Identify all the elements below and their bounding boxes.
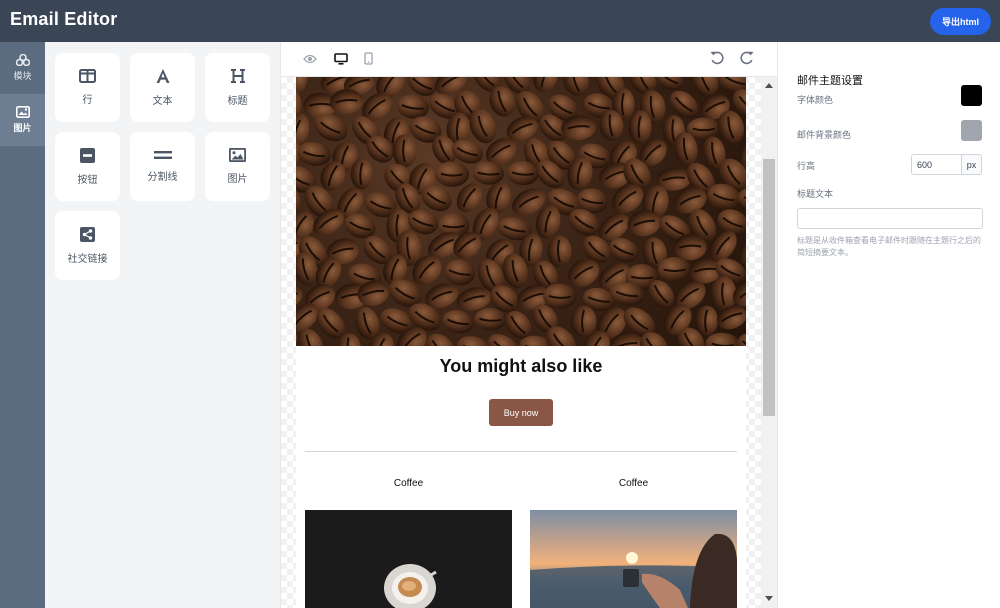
block-row[interactable]: 行	[55, 53, 120, 122]
column-label-right[interactable]: Coffee	[530, 478, 737, 489]
espresso-cup-image[interactable]	[305, 510, 512, 608]
scroll-down-arrow-icon[interactable]	[765, 596, 773, 601]
redo-icon[interactable]	[740, 50, 755, 65]
coffee-beans-image	[296, 77, 746, 346]
preheader-label: 标题文本	[797, 189, 834, 199]
rail-label-blocks: 模块	[13, 71, 32, 81]
scrollbar-thumb[interactable]	[763, 159, 775, 416]
line-height-unit: px	[962, 154, 982, 175]
bg-color-swatch[interactable]	[961, 120, 982, 141]
block-label: 文本	[152, 96, 173, 107]
block-label: 社交链接	[67, 253, 108, 265]
line-height-input[interactable]: 600	[911, 154, 962, 175]
block-label: 行	[82, 95, 93, 106]
block-text[interactable]: 文本	[130, 53, 195, 122]
block-heading[interactable]: 标题	[205, 53, 270, 122]
block-button[interactable]: 按钮	[55, 132, 120, 201]
images-icon	[15, 106, 30, 118]
line-height-label: 行高	[797, 161, 816, 171]
rail-label-images: 图片	[13, 123, 32, 133]
top-header: Email Editor 导出html	[0, 0, 1000, 42]
block-divider[interactable]: 分割线	[130, 132, 195, 201]
text-icon	[156, 69, 169, 83]
blocks-panel: 行 文本 标题 按钮 分割线 图片 社交链接	[45, 42, 281, 608]
heading-icon	[230, 69, 245, 83]
canvas-area: You might also like Buy now Coffee Coffe…	[281, 42, 777, 608]
block-label: 标题	[227, 96, 248, 107]
divider-icon	[153, 151, 172, 159]
email-preview[interactable]: You might also like Buy now Coffee Coffe…	[296, 77, 746, 608]
block-label: 分割线	[147, 172, 178, 183]
block-label: 图片	[227, 174, 248, 185]
scroll-up-arrow-icon[interactable]	[765, 83, 773, 88]
columns-icon	[79, 69, 96, 83]
hero-coffee-image[interactable]	[296, 77, 746, 346]
block-label: 按钮	[77, 174, 98, 186]
eye-icon[interactable]	[303, 54, 317, 64]
content-divider[interactable]	[305, 451, 737, 452]
settings-panel: 邮件主题设置 字体颜色 邮件背景颜色 行高 600 px 标题文本 标题是从收件…	[777, 42, 1000, 608]
image-icon	[229, 148, 246, 162]
mobile-icon[interactable]	[364, 52, 373, 65]
undo-icon[interactable]	[709, 50, 724, 65]
font-color-label: 字体颜色	[797, 95, 834, 105]
section-headline[interactable]: You might also like	[296, 356, 746, 377]
settings-title: 邮件主题设置	[797, 75, 863, 87]
rail-item-blocks[interactable]: 模块	[0, 42, 45, 94]
canvas-toolbar	[281, 42, 777, 77]
buy-now-button[interactable]: Buy now	[489, 399, 553, 426]
canvas-scrollbar[interactable]	[761, 77, 777, 608]
button-icon	[80, 147, 95, 163]
blocks-icon	[15, 54, 30, 66]
sunset-cup-image[interactable]	[530, 510, 737, 608]
preheader-input[interactable]	[797, 208, 983, 229]
bg-color-label: 邮件背景颜色	[797, 130, 852, 140]
left-rail: 模块 图片	[0, 42, 45, 608]
column-label-left[interactable]: Coffee	[305, 478, 512, 489]
preheader-help-text: 标题是从收件箱查看电子邮件时跟随在主题行之后的简短摘要文本。	[797, 236, 981, 257]
block-social[interactable]: 社交链接	[55, 211, 120, 280]
app-title: Email Editor	[10, 9, 118, 29]
desktop-icon[interactable]	[334, 53, 348, 65]
font-color-swatch[interactable]	[961, 85, 982, 106]
rail-item-images[interactable]: 图片	[0, 94, 45, 146]
block-image[interactable]: 图片	[205, 132, 270, 201]
export-html-button[interactable]: 导出html	[930, 8, 991, 35]
share-icon	[80, 226, 95, 242]
